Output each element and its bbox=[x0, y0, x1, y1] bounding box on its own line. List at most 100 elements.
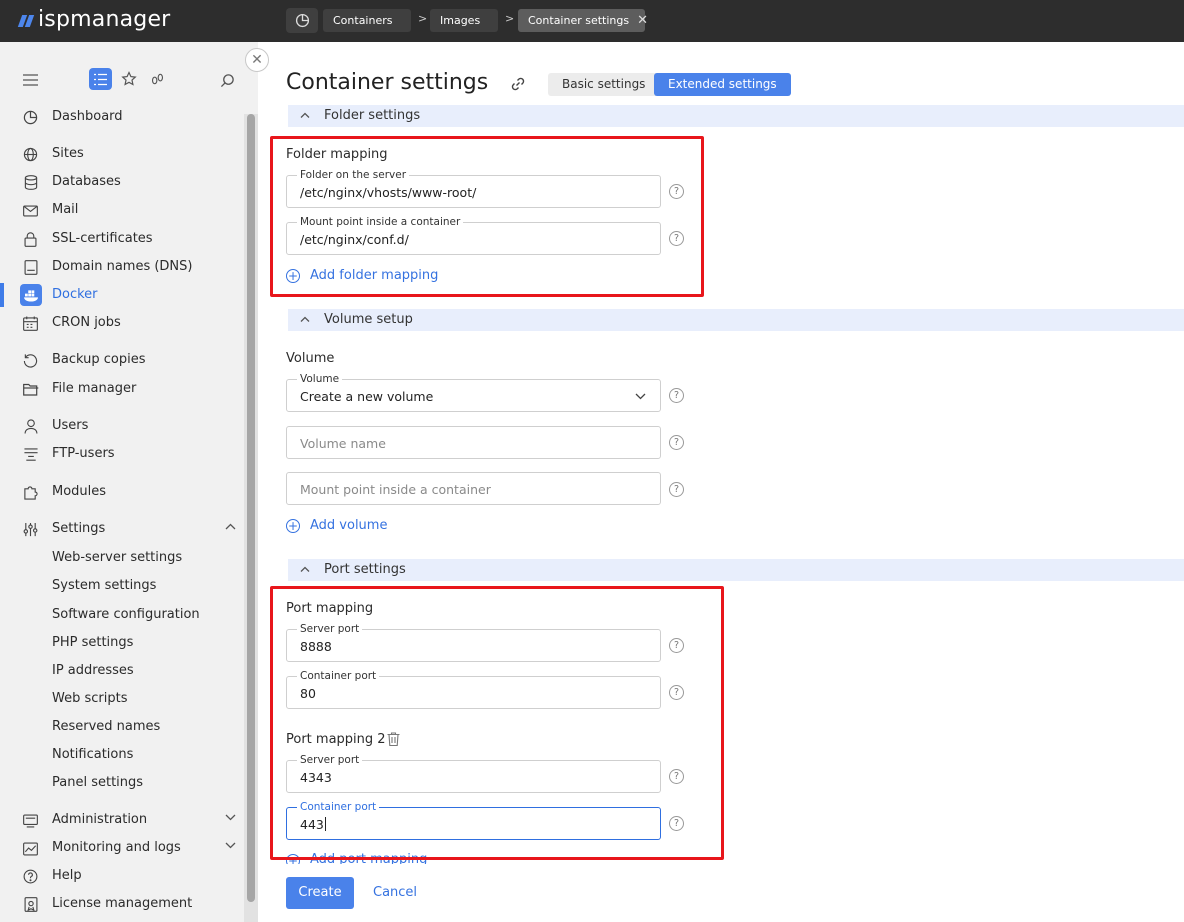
sidebar-item-dashboard[interactable]: Dashboard bbox=[0, 105, 244, 129]
sidebar-item-label: Settings bbox=[52, 521, 106, 536]
help-icon[interactable]: ? bbox=[669, 638, 684, 653]
field-label: Folder on the server bbox=[297, 169, 410, 181]
search-icon[interactable] bbox=[218, 71, 236, 89]
brand-name: ispmanager bbox=[38, 7, 171, 32]
section-volume-setup[interactable]: Volume setup bbox=[288, 309, 1184, 331]
lock-icon bbox=[22, 231, 39, 248]
help-icon[interactable]: ? bbox=[669, 482, 684, 497]
dashboard-shortcut-button[interactable] bbox=[286, 8, 318, 33]
sidebar-item-label: File manager bbox=[52, 381, 137, 396]
sidebar-item-ssl-certificates[interactable]: SSL-certificates bbox=[0, 227, 244, 251]
sidebar-item-users[interactable]: Users bbox=[0, 414, 244, 438]
sidebar-item-sites[interactable]: Sites bbox=[0, 142, 244, 166]
add-port-mapping-button[interactable]: + Add port mapping bbox=[286, 852, 427, 864]
help-icon[interactable]: ? bbox=[669, 435, 684, 450]
field-value: 443 bbox=[300, 817, 326, 832]
server-port-1-field[interactable]: Server port 8888 bbox=[286, 623, 661, 662]
mount-point-field[interactable]: Mount point inside a container /etc/ngin… bbox=[286, 216, 661, 255]
top-bar: ispmanager Containers > Images > Contain… bbox=[0, 0, 1184, 42]
sidebar-item-docker[interactable]: Docker bbox=[0, 283, 244, 307]
sidebar-subitem-web-server-settings[interactable]: Web-server settings bbox=[52, 550, 182, 565]
field-value: /etc/nginx/conf.d/ bbox=[300, 232, 409, 247]
settings-icon bbox=[22, 521, 39, 538]
help-icon[interactable]: ? bbox=[669, 685, 684, 700]
sidebar-item-administration[interactable]: Administration bbox=[0, 808, 244, 832]
sidebar-item-databases[interactable]: Databases bbox=[0, 170, 244, 194]
sidebar-scrollbar[interactable] bbox=[244, 114, 258, 922]
field-label: Container port bbox=[297, 801, 380, 813]
sidebar-subitem-php-settings[interactable]: PHP settings bbox=[52, 635, 133, 650]
sidebar-item-monitoring-and-logs[interactable]: Monitoring and logs bbox=[0, 836, 244, 860]
copy-link-icon[interactable] bbox=[510, 76, 526, 96]
volume-mount-point-input[interactable]: Mount point inside a container bbox=[286, 472, 661, 505]
close-tab-icon[interactable]: ✕ bbox=[637, 13, 648, 28]
calendar-icon bbox=[22, 315, 39, 332]
tab-basic-settings[interactable]: Basic settings bbox=[548, 73, 660, 96]
monitoring-icon bbox=[22, 840, 39, 857]
trash-icon[interactable] bbox=[387, 732, 400, 750]
text-cursor bbox=[324, 817, 326, 831]
sidebar-item-dns[interactable]: Domain names (DNS) bbox=[0, 255, 244, 279]
help-icon[interactable]: ? bbox=[669, 184, 684, 199]
add-volume-button[interactable]: + Add volume bbox=[286, 518, 387, 533]
field-label: Mount point inside a container bbox=[297, 216, 464, 228]
help-icon[interactable]: ? bbox=[669, 769, 684, 784]
container-port-1-field[interactable]: Container port 80 bbox=[286, 670, 661, 709]
globe-icon bbox=[22, 146, 39, 163]
breadcrumb-containers[interactable]: Containers bbox=[323, 9, 411, 32]
tab-extended-settings[interactable]: Extended settings bbox=[654, 73, 791, 96]
star-icon[interactable] bbox=[120, 70, 138, 88]
sidebar-item-label: Databases bbox=[52, 174, 121, 189]
sidebar-item-modules[interactable]: Modules bbox=[0, 480, 244, 504]
create-button[interactable]: Create bbox=[286, 877, 354, 909]
cancel-button[interactable]: Cancel bbox=[373, 885, 417, 900]
field-value: Create a new volume bbox=[300, 389, 434, 404]
sidebar-subitem-web-scripts[interactable]: Web scripts bbox=[52, 691, 127, 706]
help-icon[interactable]: ? bbox=[669, 816, 684, 831]
sidebar-item-label: Domain names (DNS) bbox=[52, 259, 193, 274]
chevron-up-icon bbox=[300, 564, 310, 575]
chevron-up-icon bbox=[300, 110, 310, 121]
sidebar-item-cron-jobs[interactable]: CRON jobs bbox=[0, 311, 244, 335]
group-label-port-mapping: Port mapping bbox=[286, 601, 374, 616]
sidebar-item-mail[interactable]: Mail bbox=[0, 198, 244, 222]
sidebar-item-help[interactable]: Help bbox=[0, 864, 244, 888]
add-folder-mapping-button[interactable]: + Add folder mapping bbox=[286, 268, 438, 283]
sidebar-item-backup-copies[interactable]: Backup copies bbox=[0, 348, 244, 372]
plus-circle-icon: + bbox=[286, 268, 300, 283]
sidebar-subitem-system-settings[interactable]: System settings bbox=[52, 578, 156, 593]
folder-on-server-field[interactable]: Folder on the server /etc/nginx/vhosts/w… bbox=[286, 169, 661, 208]
sidebar-item-ftp-users[interactable]: FTP-users bbox=[0, 442, 244, 466]
sidebar-subitem-reserved-names[interactable]: Reserved names bbox=[52, 719, 160, 734]
section-port-settings[interactable]: Port settings bbox=[288, 559, 1184, 581]
menu-icon[interactable] bbox=[22, 72, 38, 88]
sidebar-subitem-notifications[interactable]: Notifications bbox=[52, 747, 133, 762]
sidebar-item-file-manager[interactable]: File manager bbox=[0, 377, 244, 401]
placeholder-text: Volume name bbox=[300, 436, 386, 451]
section-folder-settings[interactable]: Folder settings bbox=[288, 105, 1184, 127]
sidebar-toolbar bbox=[0, 68, 258, 94]
volume-name-input[interactable]: Volume name bbox=[286, 426, 661, 459]
breadcrumb-images[interactable]: Images bbox=[430, 9, 498, 32]
sidebar-item-license-management[interactable]: License management bbox=[0, 892, 244, 916]
list-view-icon[interactable] bbox=[89, 68, 112, 90]
container-port-2-field[interactable]: Container port 443 bbox=[286, 801, 661, 840]
volume-select[interactable]: Volume Create a new volume bbox=[286, 373, 661, 412]
section-title: Port settings bbox=[324, 562, 406, 577]
sidebar-item-label: SSL-certificates bbox=[52, 231, 153, 246]
logo[interactable]: ispmanager bbox=[17, 7, 171, 32]
sidebar-subitem-panel-settings[interactable]: Panel settings bbox=[52, 775, 143, 790]
sidebar-item-label: Mail bbox=[52, 202, 79, 217]
logo-mark-icon bbox=[17, 13, 35, 27]
sidebar-subitem-ip-addresses[interactable]: IP addresses bbox=[52, 663, 134, 678]
collapse-sidebar-button[interactable]: ✕ bbox=[245, 48, 269, 72]
scrollbar-thumb[interactable] bbox=[247, 114, 255, 902]
footprints-icon[interactable] bbox=[148, 70, 166, 88]
group-label-folder-mapping: Folder mapping bbox=[286, 147, 388, 162]
breadcrumb-container-settings[interactable]: Container settings ✕ bbox=[518, 9, 648, 32]
server-port-2-field[interactable]: Server port 4343 bbox=[286, 754, 661, 793]
help-icon[interactable]: ? bbox=[669, 388, 684, 403]
sidebar-subitem-software-configuration[interactable]: Software configuration bbox=[52, 607, 200, 622]
help-icon[interactable]: ? bbox=[669, 231, 684, 246]
sidebar-item-settings[interactable]: Settings bbox=[0, 517, 244, 541]
